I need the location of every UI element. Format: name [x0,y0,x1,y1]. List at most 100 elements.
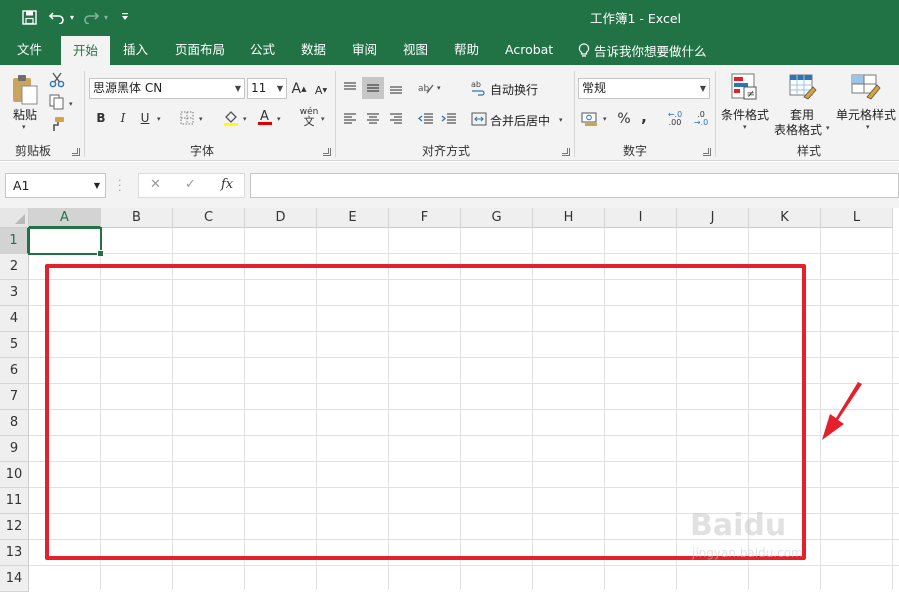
column-header-l[interactable]: L [821,208,893,228]
name-box[interactable]: A1 ▼ [5,173,106,198]
decrease-decimal-icon[interactable]: .0 →.0 [690,109,712,129]
column-header-b[interactable]: B [101,208,173,228]
align-top-icon[interactable] [340,77,360,99]
row-header-6[interactable]: 6 [0,358,29,384]
tab-help[interactable]: 帮助 [454,34,479,65]
select-all-button[interactable] [0,208,29,228]
merge-center-label[interactable]: 合并后居中 [490,112,550,129]
row-header-9[interactable]: 9 [0,436,29,462]
increase-font-size-icon[interactable]: A ▲ [291,79,307,99]
wrap-text-icon[interactable]: ab [470,77,488,99]
bold-button[interactable]: B [93,109,109,127]
copy-icon[interactable] [48,93,66,111]
orientation-dropdown-icon[interactable]: ▾ [437,84,441,92]
conditional-dropdown-icon[interactable]: ▾ [743,123,747,131]
column-header-j[interactable]: J [677,208,749,228]
paste-label[interactable]: 粘贴 [13,106,37,123]
phonetic-icon[interactable]: wén 文 [300,107,319,128]
row-header-14[interactable]: 14 [0,566,29,592]
active-cell[interactable] [28,227,104,257]
italic-button[interactable]: I [115,109,131,127]
column-header-h[interactable]: H [533,208,605,228]
row-header-2[interactable]: 2 [0,254,29,280]
row-header-1[interactable]: 1 [0,228,29,254]
conditional-formatting-label[interactable]: 条件格式 [721,106,769,123]
cut-icon[interactable] [48,71,66,89]
underline-button[interactable]: U [137,109,153,127]
undo-icon[interactable] [46,6,68,28]
enter-icon[interactable]: ✓ [185,177,196,192]
column-header-f[interactable]: F [389,208,461,228]
tab-formulas[interactable]: 公式 [250,34,275,65]
number-format-select[interactable]: 常规 ▼ [578,78,710,99]
column-header-i[interactable]: I [605,208,677,228]
redo-dropdown-icon[interactable]: ▾ [104,13,108,22]
format-as-table-icon[interactable] [788,72,818,102]
tab-page-layout[interactable]: 页面布局 [175,34,225,65]
accounting-dropdown-icon[interactable]: ▾ [603,115,607,123]
alignment-launcher-icon[interactable] [562,148,570,156]
font-color-dropdown-icon[interactable]: ▾ [277,115,281,123]
column-header-e[interactable]: E [317,208,389,228]
font-name-select[interactable]: 思源黑体 CN ▼ [89,78,245,99]
column-header-k[interactable]: K [749,208,821,228]
format-as-table-label-2[interactable]: 表格格式 [774,121,822,138]
customize-icon[interactable] [114,6,136,28]
tab-file[interactable]: 文件 [17,34,42,65]
align-middle-icon[interactable] [362,77,384,99]
font-size-select[interactable]: 11 ▼ [247,78,287,99]
align-right-icon[interactable] [386,109,406,129]
format-table-dropdown-icon[interactable]: ▾ [826,124,830,132]
decrease-font-size-icon[interactable]: A ▼ [313,81,329,99]
align-left-icon[interactable] [340,109,360,129]
row-header-13[interactable]: 13 [0,540,29,566]
copy-dropdown-icon[interactable]: ▾ [69,100,73,108]
row-header-7[interactable]: 7 [0,384,29,410]
percent-button[interactable]: % [614,109,634,129]
merge-center-icon[interactable] [470,109,488,129]
borders-dropdown-icon[interactable]: ▾ [199,115,203,123]
cell-styles-dropdown-icon[interactable]: ▾ [866,123,870,131]
increase-decimal-icon[interactable]: ←.0.00 [664,109,686,129]
align-center-icon[interactable] [362,109,384,129]
borders-icon[interactable] [178,109,196,127]
redo-icon[interactable] [80,6,102,28]
insert-function-icon[interactable]: fx [221,177,233,192]
decrease-indent-icon[interactable] [416,109,436,129]
conditional-formatting-icon[interactable]: ≠ [730,72,760,102]
wrap-text-label[interactable]: 自动换行 [490,81,538,98]
font-launcher-icon[interactable] [323,148,331,156]
merge-center-dropdown-icon[interactable]: ▾ [559,116,563,124]
cancel-icon[interactable]: ✕ [150,177,161,192]
clipboard-launcher-icon[interactable] [72,148,80,156]
row-header-8[interactable]: 8 [0,410,29,436]
phonetic-dropdown-icon[interactable]: ▾ [321,115,325,123]
comma-button[interactable]: , [636,107,652,127]
row-header-11[interactable]: 11 [0,488,29,514]
tab-review[interactable]: 审阅 [352,34,377,65]
tab-insert[interactable]: 插入 [123,34,148,65]
undo-dropdown-icon[interactable]: ▾ [70,13,74,22]
paste-icon[interactable] [10,73,40,107]
accounting-format-icon[interactable] [580,109,600,129]
tab-data[interactable]: 数据 [301,34,326,65]
align-bottom-icon[interactable] [386,77,406,99]
format-painter-icon[interactable] [48,115,66,133]
increase-indent-icon[interactable] [439,109,459,129]
row-header-4[interactable]: 4 [0,306,29,332]
row-header-12[interactable]: 12 [0,514,29,540]
formula-input[interactable] [250,173,899,198]
orientation-icon[interactable]: ab [416,77,436,99]
number-launcher-icon[interactable] [703,148,711,156]
column-header-c[interactable]: C [173,208,245,228]
underline-dropdown-icon[interactable]: ▾ [157,115,161,123]
cell-styles-icon[interactable] [850,72,882,102]
column-header-d[interactable]: D [245,208,317,228]
font-color-icon[interactable]: A [256,107,274,127]
column-header-g[interactable]: G [461,208,533,228]
tab-view[interactable]: 视图 [403,34,428,65]
paste-dropdown-icon[interactable]: ▾ [22,123,26,131]
tell-me-box[interactable]: 告诉我你想要做什么 [578,41,707,60]
fill-color-dropdown-icon[interactable]: ▾ [243,115,247,123]
fill-color-icon[interactable] [222,109,240,127]
